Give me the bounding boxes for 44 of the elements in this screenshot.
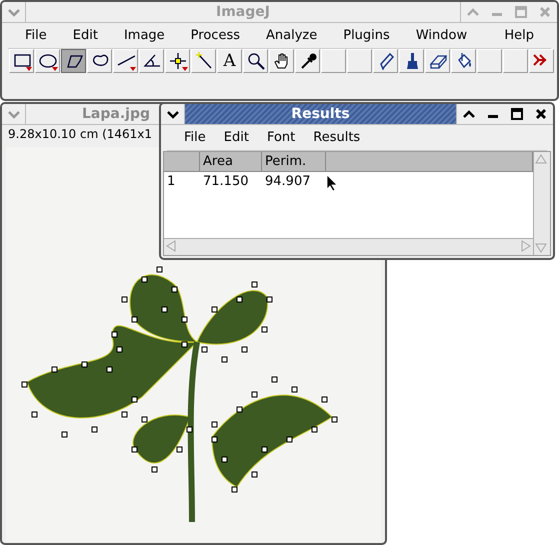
- dropdown-triangle-icon: [182, 67, 188, 71]
- mouse-pointer-icon: [326, 174, 338, 192]
- maximize-icon: [515, 6, 527, 18]
- menu-item[interactable]: Results: [304, 128, 370, 147]
- image-info-text: 9.28x10.10 cm (1461x1: [8, 127, 152, 141]
- hand-icon: [272, 52, 290, 70]
- chevron-down-icon: [6, 109, 20, 119]
- up-chevron-icon: [462, 109, 476, 119]
- oval-icon: [38, 52, 56, 70]
- dropdown-triangle-icon: [52, 67, 58, 71]
- close-icon: [535, 108, 547, 120]
- table-cell-text: 71.150: [202, 173, 250, 191]
- maximize-icon: [511, 108, 523, 120]
- search-icon: [246, 52, 264, 70]
- window-title: ImageJ: [215, 4, 271, 20]
- menu-item[interactable]: Image: [114, 26, 174, 45]
- menu-item[interactable]: Window: [406, 26, 476, 45]
- menu-item[interactable]: Plugins: [334, 26, 399, 45]
- window-title: Results: [290, 106, 351, 122]
- dropdown-triangle-icon: [26, 67, 32, 71]
- table-cell-text: 94.907: [264, 173, 312, 191]
- menu-item[interactable]: Edit: [214, 128, 258, 147]
- menu-item[interactable]: Font: [258, 128, 304, 147]
- chevron-down-icon: [166, 109, 180, 119]
- menu-item[interactable]: Analyze: [257, 26, 326, 45]
- tool-button[interactable]: [61, 49, 86, 73]
- column-header[interactable]: Perim.: [262, 152, 326, 171]
- tool-button[interactable]: A: [217, 49, 242, 73]
- menu-item[interactable]: Process: [182, 26, 249, 45]
- table-cell-text: 1: [166, 173, 176, 191]
- dropdown-triangle-icon: [130, 67, 136, 71]
- window-menu-button[interactable]: [161, 104, 185, 124]
- crosshair-icon: [168, 52, 186, 70]
- menu-item[interactable]: Edit: [64, 26, 107, 45]
- dropper-icon: [298, 52, 316, 70]
- menu-item[interactable]: File: [16, 26, 56, 45]
- menu-item[interactable]: File: [175, 128, 215, 147]
- wand-icon: [194, 52, 212, 70]
- column-header[interactable]: Area: [200, 152, 262, 171]
- menu-item[interactable]: Help: [495, 26, 543, 45]
- up-chevron-icon: [466, 7, 480, 17]
- chevron-down-icon: [6, 7, 20, 17]
- window-title: Lapa.jpg: [82, 106, 150, 122]
- close-icon: [539, 6, 551, 18]
